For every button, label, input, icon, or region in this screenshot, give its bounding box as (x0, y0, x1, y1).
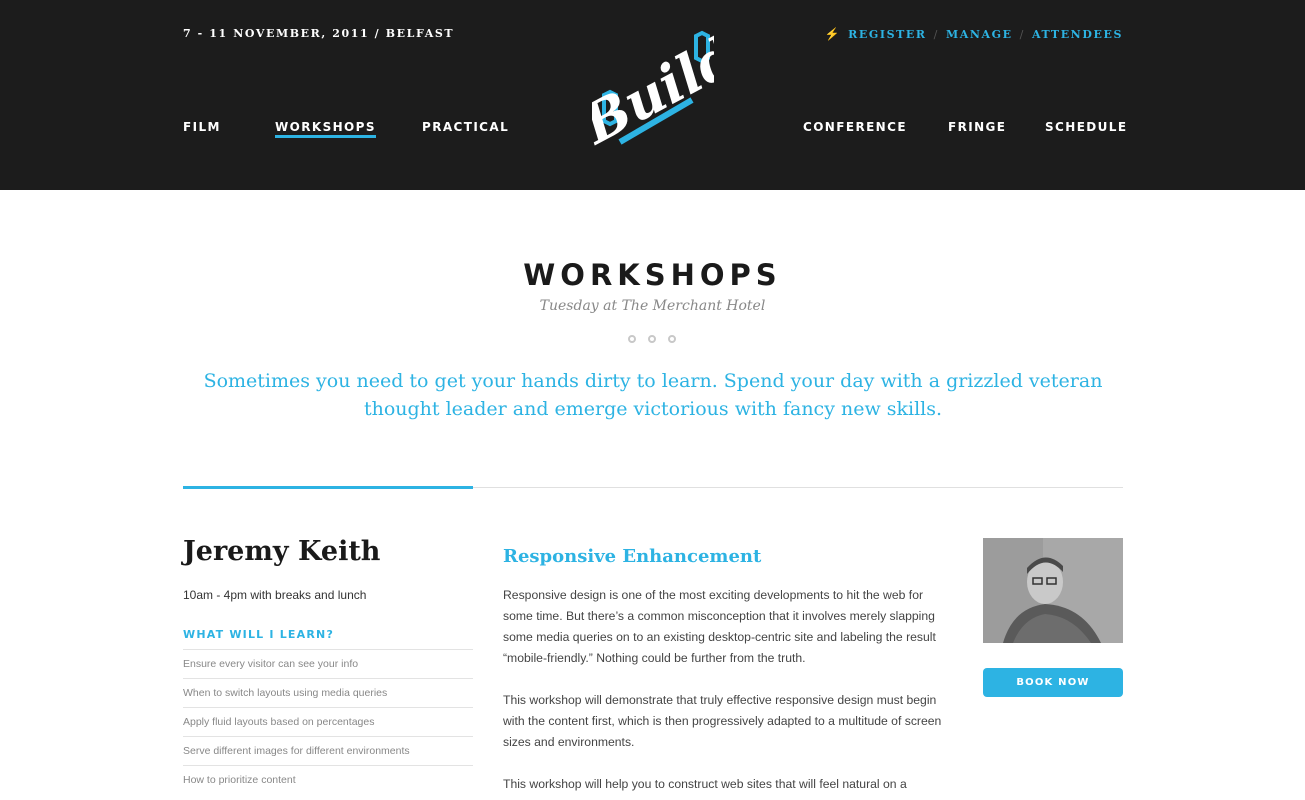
speaker-photo-image (983, 538, 1123, 643)
book-now-button[interactable]: BOOK NOW (983, 668, 1123, 697)
list-item: Serve different images for different env… (183, 736, 473, 765)
site-header: 7 - 11 NOVEMBER, 2011 / BELFAST ⚡ REGIST… (0, 0, 1305, 190)
nav-practical[interactable]: PRACTICAL (422, 120, 509, 134)
manage-link[interactable]: MANAGE (946, 28, 1013, 41)
speaker-photo (983, 538, 1123, 643)
lightning-icon: ⚡ (824, 27, 842, 41)
list-item: How to prioritize content (183, 765, 473, 794)
link-separator: / (1019, 27, 1025, 41)
nav-film[interactable]: FILM (183, 120, 221, 134)
learn-heading: WHAT WILL I LEARN? (183, 628, 335, 641)
section-divider-accent (183, 486, 473, 489)
intro-text: Sometimes you need to get your hands dir… (203, 370, 1103, 420)
attendees-link[interactable]: ATTENDEES (1032, 28, 1123, 41)
nav-conference[interactable]: CONFERENCE (803, 120, 907, 134)
nav-fringe[interactable]: FRINGE (948, 120, 1006, 134)
workshop-description: Responsive design is one of the most exc… (503, 585, 948, 800)
build-logo-mark: Build (570, 23, 746, 157)
nav-schedule[interactable]: SCHEDULE (1045, 120, 1127, 134)
learn-list: Ensure every visitor can see your info W… (183, 649, 473, 794)
page-title: WORKSHOPS (523, 258, 782, 292)
logo-wordmark: Build (592, 23, 714, 155)
decorative-dots (628, 335, 676, 343)
list-item: Ensure every visitor can see your info (183, 649, 473, 678)
build-logo[interactable]: Build (570, 0, 746, 157)
session-time: 10am - 4pm with breaks and lunch (183, 588, 367, 602)
description-paragraph: Responsive design is one of the most exc… (503, 588, 936, 665)
page-subtitle: Tuesday at The Merchant Hotel (539, 298, 766, 314)
dot-icon (628, 335, 636, 343)
description-paragraph: This workshop will help you to construct… (503, 777, 907, 791)
list-item: When to switch layouts using media queri… (183, 678, 473, 707)
link-separator: / (933, 27, 939, 41)
event-info: 7 - 11 NOVEMBER, 2011 / BELFAST (183, 27, 455, 40)
dot-icon (668, 335, 676, 343)
description-paragraph: This workshop will demonstrate that trul… (503, 693, 942, 749)
workshop-title: Responsive Enhancement (503, 546, 762, 567)
speaker-name: Jeremy Keith (183, 536, 381, 567)
list-item: Apply fluid layouts based on percentages (183, 707, 473, 736)
dot-icon (648, 335, 656, 343)
nav-workshops[interactable]: WORKSHOPS (275, 120, 376, 138)
account-links: ⚡ REGISTER / MANAGE / ATTENDEES (825, 27, 1123, 41)
register-link[interactable]: REGISTER (848, 28, 927, 41)
